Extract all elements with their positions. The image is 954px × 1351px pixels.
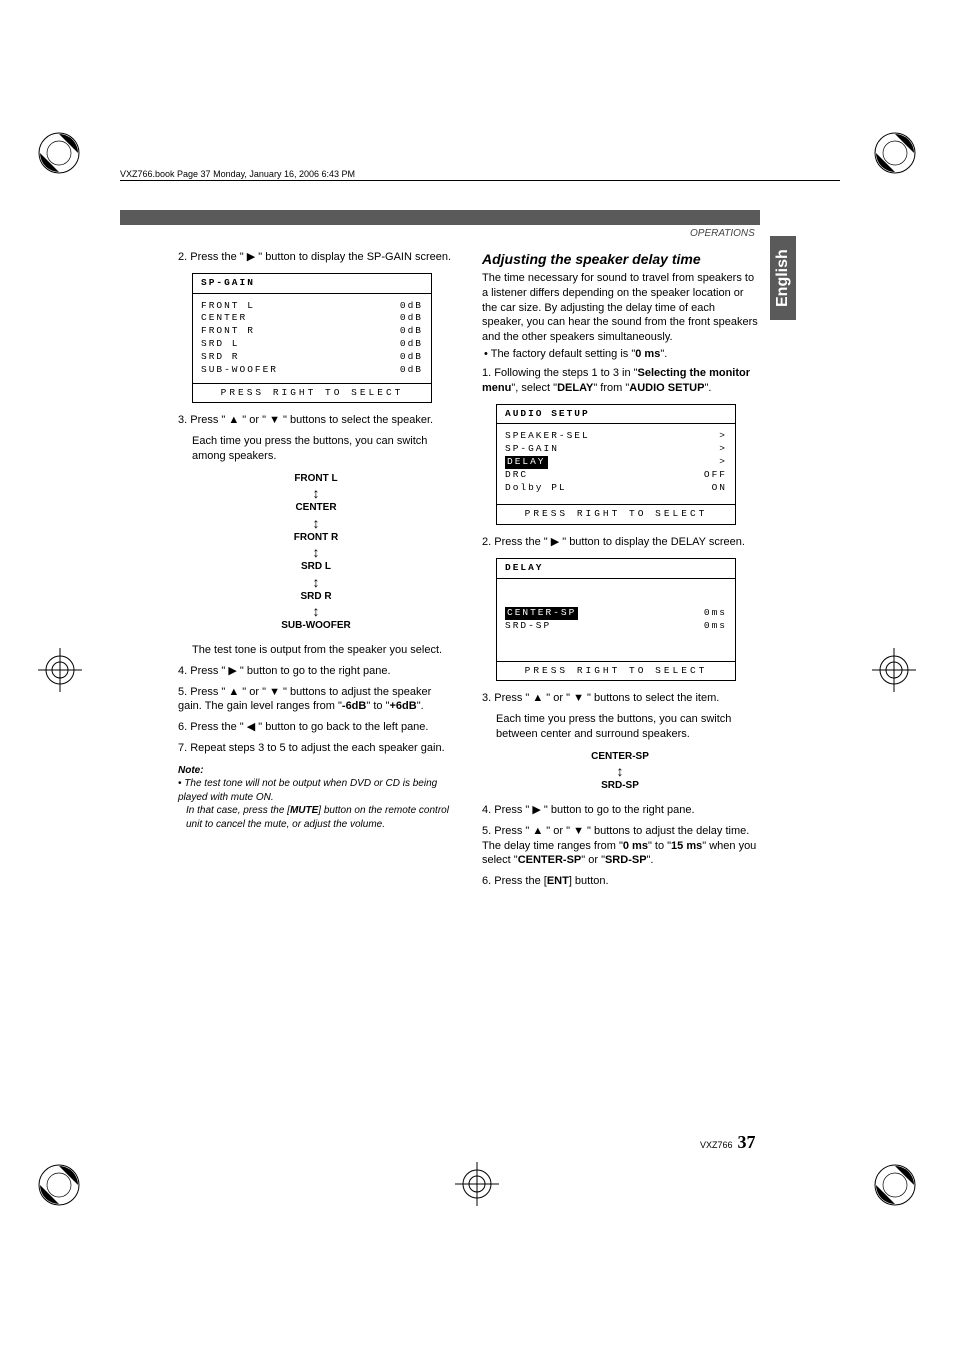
corner-ring-br	[872, 1162, 918, 1208]
menu-row: SUB-WOOFER0dB	[201, 364, 423, 377]
menu-row: FRONT L0dB	[201, 300, 423, 313]
left-step-3: 3. Press " ▲ " or " ▼ " buttons to selec…	[178, 413, 454, 428]
updown-arrow-icon: ↕	[178, 486, 454, 500]
updown-arrow-icon: ↕	[178, 516, 454, 530]
speaker-cycle-flow: FRONT L↕CENTER↕FRONT R↕SRD L↕SRD R↕SUB-W…	[178, 472, 454, 633]
section-operations: OPERATIONS	[690, 227, 755, 241]
delay-intro: The time necessary for sound to travel f…	[482, 271, 758, 345]
delay-screen: DELAY CENTER-SP0msSRD-SP0ms PRESS RIGHT …	[496, 558, 736, 681]
menu-row: CENTER-SP0ms	[505, 607, 727, 620]
delay-title: DELAY	[497, 559, 735, 579]
flow-item: FRONT L	[178, 472, 454, 486]
book-header: VXZ766.book Page 37 Monday, January 16, …	[120, 168, 355, 180]
left-step-5: 5. Press " ▲ " or " ▼ " buttons to adjus…	[178, 685, 454, 715]
menu-row: SPEAKER-SEL>	[505, 430, 727, 443]
sp-gain-screen: SP-GAIN FRONT L0dBCENTER0dBFRONT R0dBSRD…	[192, 273, 432, 404]
left-step-3-sub: Each time you press the buttons, you can…	[192, 434, 454, 464]
registration-mark-right	[872, 648, 916, 692]
factory-default-bullet: The factory default setting is "0 ms".	[482, 347, 758, 362]
updown-arrow-icon: ↕	[178, 545, 454, 559]
audio-setup-footer: PRESS RIGHT TO SELECT	[497, 504, 735, 524]
note-heading: Note:	[178, 764, 454, 778]
top-dark-bar	[120, 210, 760, 225]
left-step-4: 4. Press " ▶ " button to go to the right…	[178, 664, 454, 679]
menu-row: SRD R0dB	[201, 351, 423, 364]
updown-arrow-icon: ↕	[482, 764, 758, 778]
audio-setup-title: AUDIO SETUP	[497, 405, 735, 425]
page-number: VXZ766 37	[700, 1130, 756, 1154]
corner-ring-bl	[36, 1162, 82, 1208]
delay-footer: PRESS RIGHT TO SELECT	[497, 661, 735, 681]
menu-row: DRCOFF	[505, 469, 727, 482]
flow-item: CENTER	[178, 501, 454, 515]
menu-row: FRONT R0dB	[201, 325, 423, 338]
right-step-5: 5. Press " ▲ " or " ▼ " buttons to adjus…	[482, 824, 758, 869]
left-step-6: 6. Press the " ◀ " button to go back to …	[178, 720, 454, 735]
menu-row: CENTER0dB	[201, 312, 423, 325]
sp-gain-footer: PRESS RIGHT TO SELECT	[193, 383, 431, 403]
delay-section-title: Adjusting the speaker delay time	[482, 250, 758, 269]
left-step-7: 7. Repeat steps 3 to 5 to adjust the eac…	[178, 741, 454, 756]
left-column: 2. Press the " ▶ " button to display the…	[178, 250, 454, 895]
corner-ring-tl	[36, 130, 82, 176]
flow-item: FRONT R	[178, 531, 454, 545]
right-step-1: 1. Following the steps 1 to 3 in "Select…	[482, 366, 758, 396]
flow-item: SRD R	[178, 590, 454, 604]
menu-row: SP-GAIN>	[505, 443, 727, 456]
flow-item: SUB-WOOFER	[178, 619, 454, 633]
menu-row: Dolby PLON	[505, 482, 727, 495]
right-step-4: 4. Press " ▶ " button to go to the right…	[482, 803, 758, 818]
menu-row: SRD-SP0ms	[505, 620, 727, 633]
sp-gain-title: SP-GAIN	[193, 274, 431, 294]
right-column: Adjusting the speaker delay time The tim…	[482, 250, 758, 895]
flow-item: CENTER-SP	[482, 750, 758, 764]
header-rule	[120, 180, 840, 181]
delay-cycle-flow: CENTER-SP↕SRD-SP	[482, 750, 758, 793]
corner-ring-tr	[872, 130, 918, 176]
right-step-3: 3. Press " ▲ " or " ▼ " buttons to selec…	[482, 691, 758, 706]
registration-mark-left	[38, 648, 82, 692]
right-step-2: 2. Press the " ▶ " button to display the…	[482, 535, 758, 550]
updown-arrow-icon: ↕	[178, 604, 454, 618]
flow-item: SRD-SP	[482, 779, 758, 793]
left-after-flow: The test tone is output from the speaker…	[192, 643, 454, 658]
right-step-3-sub: Each time you press the buttons, you can…	[496, 712, 758, 742]
note-body: • The test tone will not be output when …	[178, 777, 454, 831]
right-step-6: 6. Press the [ENT] button.	[482, 874, 758, 889]
registration-mark-bottom	[455, 1162, 499, 1206]
audio-setup-screen: AUDIO SETUP SPEAKER-SEL>SP-GAIN>DELAY>DR…	[496, 404, 736, 526]
flow-item: SRD L	[178, 560, 454, 574]
menu-row: SRD L0dB	[201, 338, 423, 351]
menu-row: DELAY>	[505, 456, 727, 469]
updown-arrow-icon: ↕	[178, 575, 454, 589]
left-step-2: 2. Press the " ▶ " button to display the…	[178, 250, 454, 265]
language-tab: English	[770, 236, 796, 320]
